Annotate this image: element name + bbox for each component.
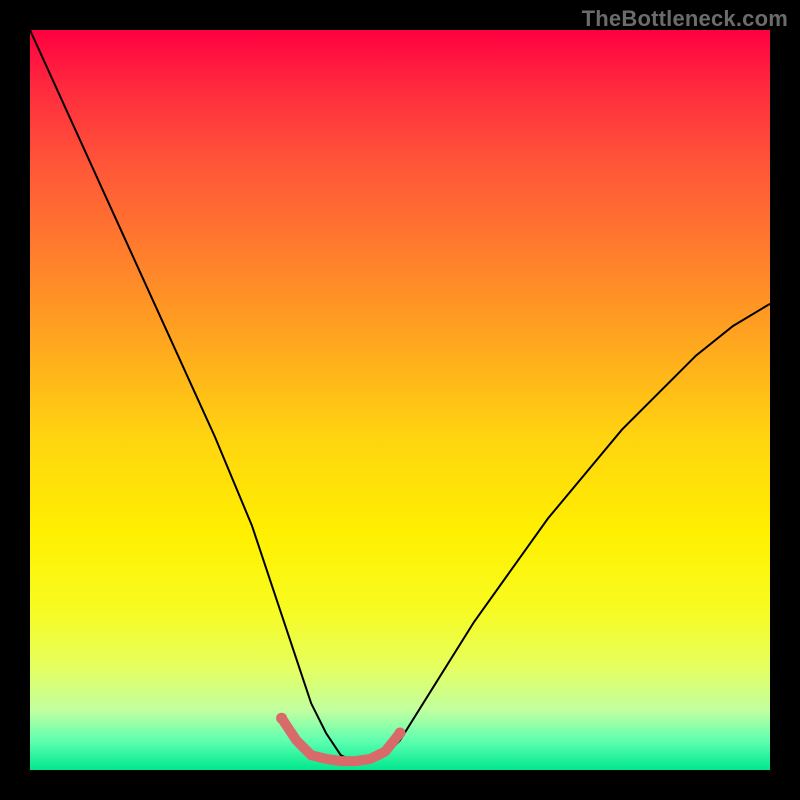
watermark-text: TheBottleneck.com <box>582 6 788 32</box>
series-bottleneck-curve <box>30 30 770 763</box>
chart-frame: TheBottleneck.com <box>0 0 800 800</box>
plot-area <box>30 30 770 770</box>
series-endpoint <box>276 713 287 724</box>
series-endpoint <box>395 728 406 739</box>
curve-layer <box>30 30 770 770</box>
